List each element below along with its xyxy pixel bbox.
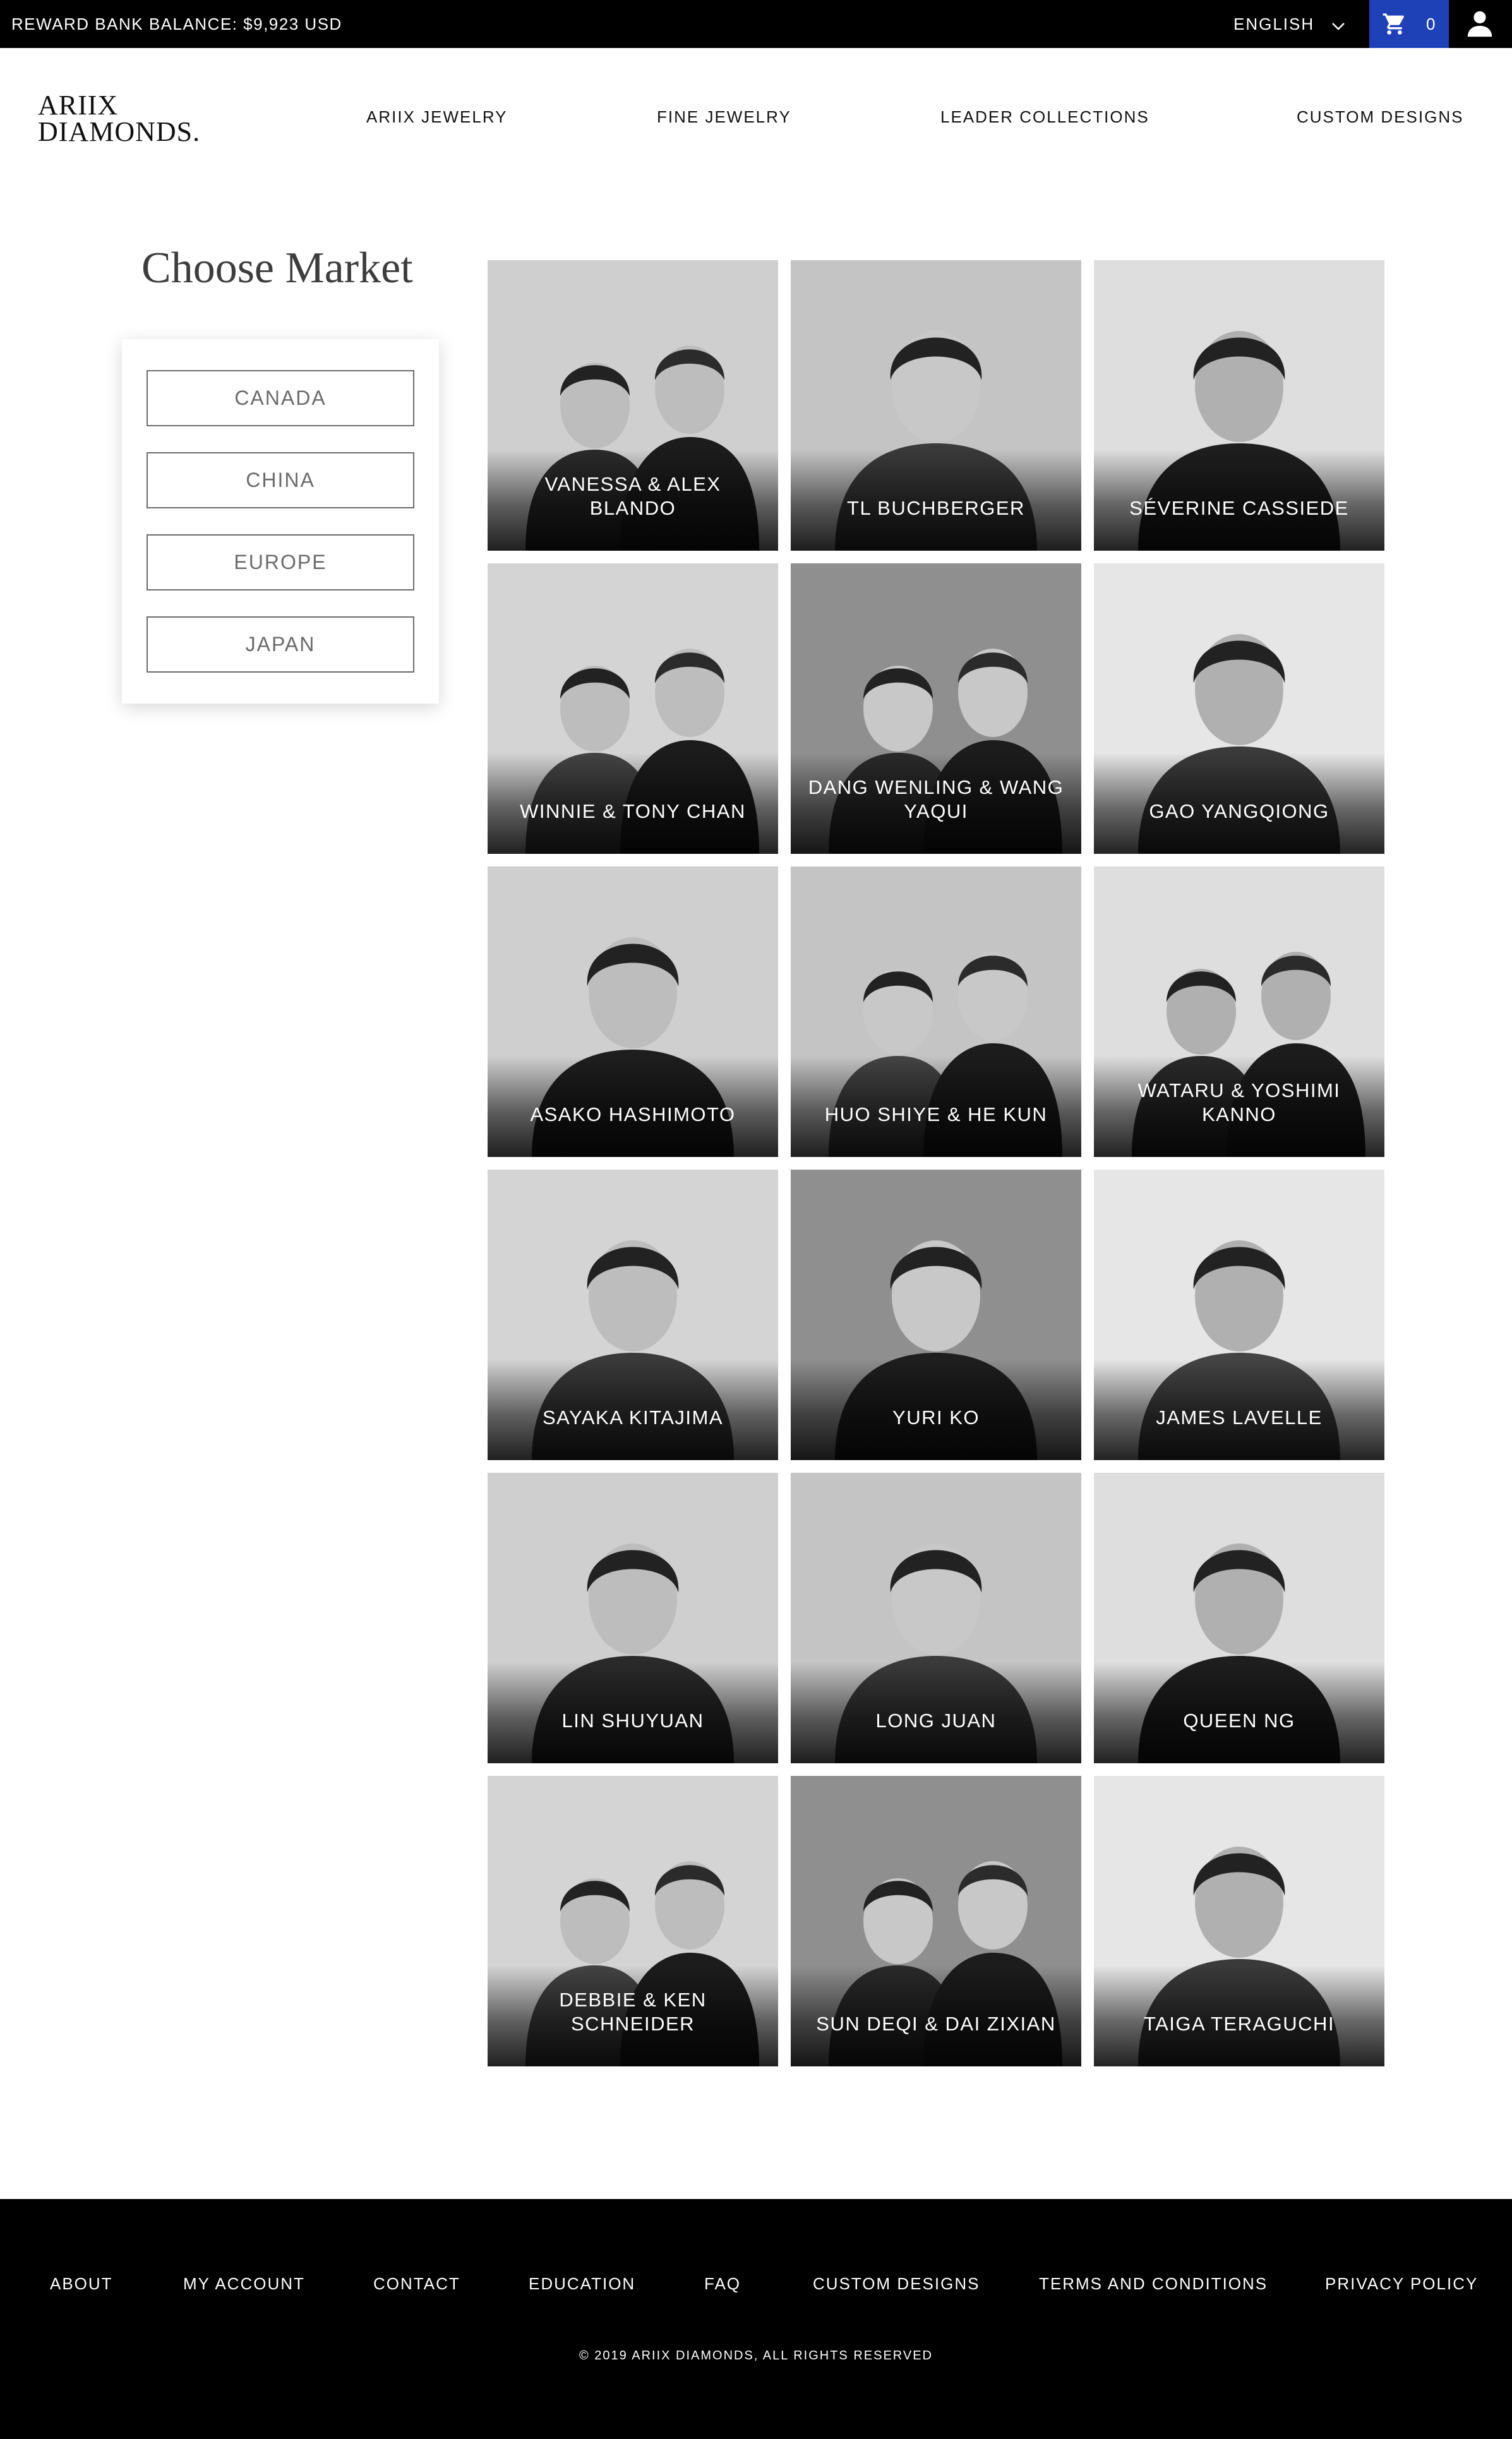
- page-title: Choose Market: [141, 244, 413, 292]
- leader-card-queen-ng[interactable]: QUEEN NG: [1094, 1473, 1384, 1763]
- market-canada-button[interactable]: CANADA: [147, 370, 414, 426]
- leader-card-yuri-ko[interactable]: YURI KO: [791, 1170, 1081, 1460]
- leader-card-gao-yangqiong[interactable]: GAO YANGQIONG: [1094, 563, 1384, 854]
- leader-name: DEBBIE & KEN SCHNEIDER: [559, 1989, 707, 2035]
- footer-link-terms[interactable]: TERMS AND CONDITIONS: [1039, 2274, 1268, 2294]
- footer-link-custom-designs[interactable]: CUSTOM DESIGNS: [813, 2274, 980, 2294]
- leader-name: LIN SHUYUAN: [561, 1710, 704, 1732]
- leader-card-long-juan[interactable]: LONG JUAN: [791, 1473, 1081, 1763]
- market-selector: CANADA CHINA EUROPE JAPAN: [122, 339, 439, 704]
- copyright: © 2019 ARIIX DIAMONDS, ALL RIGHTS RESERV…: [579, 2349, 933, 2363]
- leader-card-vanessa-alex-blando[interactable]: VANESSA & ALEX BLANDO: [488, 260, 778, 551]
- brand-logo[interactable]: ARIIX DIAMONDS.: [38, 92, 202, 148]
- footer-link-privacy[interactable]: PRIVACY POLICY: [1325, 2274, 1478, 2294]
- top-bar: REWARD BANK BALANCE: $9,923 USD ENGLISH …: [0, 0, 1512, 48]
- footer-link-about[interactable]: ABOUT: [50, 2274, 113, 2294]
- leader-name: SAYAKA KITAJIMA: [542, 1406, 724, 1429]
- logo-line-2: DIAMONDS.: [38, 116, 201, 147]
- nav-leader-collections[interactable]: LEADER COLLECTIONS: [940, 107, 1149, 127]
- market-europe-button[interactable]: EUROPE: [147, 534, 414, 590]
- footer-link-education[interactable]: EDUCATION: [529, 2274, 635, 2294]
- leader-card-wataru-yoshimi-kanno[interactable]: WATARU & YOSHIMI KANNO: [1094, 866, 1384, 1157]
- language-selector[interactable]: ENGLISH: [1233, 0, 1345, 48]
- footer-link-faq[interactable]: FAQ: [704, 2274, 741, 2294]
- nav-ariix-jewelry[interactable]: ARIIX JEWELRY: [366, 107, 507, 127]
- leader-card-sayaka-kitajima[interactable]: SAYAKA KITAJIMA: [488, 1170, 778, 1460]
- nav-fine-jewelry[interactable]: FINE JEWELRY: [657, 107, 791, 127]
- logo-line-1: ARIIX: [38, 90, 119, 121]
- account-button[interactable]: [1449, 0, 1512, 48]
- footer-link-contact[interactable]: CONTACT: [373, 2274, 460, 2294]
- leader-name: ASAKO HASHIMOTO: [530, 1103, 736, 1125]
- leader-card-huo-shiye-he-kun[interactable]: HUO SHIYE & HE KUN: [791, 866, 1081, 1157]
- leader-name: QUEEN NG: [1183, 1710, 1295, 1732]
- leader-name: GAO YANGQIONG: [1149, 800, 1329, 822]
- leader-name: LONG JUAN: [875, 1710, 997, 1732]
- leader-name: DANG WENLING & WANG YAQUI: [808, 776, 1064, 822]
- leader-name: TAIGA TERAGUCHI: [1143, 2013, 1335, 2035]
- leader-card-taiga-teraguchi[interactable]: TAIGA TERAGUCHI: [1094, 1776, 1384, 2066]
- cart-count: 0: [1426, 15, 1436, 33]
- leader-card-james-lavelle[interactable]: JAMES LAVELLE: [1094, 1170, 1384, 1460]
- cart-button[interactable]: 0: [1369, 0, 1449, 48]
- cart-icon: [1382, 11, 1407, 37]
- leader-name: SÉVERINE CASSIEDE: [1129, 497, 1349, 519]
- leader-card-dang-wenling-wang-yaqui[interactable]: DANG WENLING & WANG YAQUI: [791, 563, 1081, 854]
- leader-name: WATARU & YOSHIMI KANNO: [1137, 1079, 1341, 1125]
- leader-name: TL BUCHBERGER: [847, 497, 1025, 519]
- leader-name: JAMES LAVELLE: [1156, 1406, 1323, 1429]
- leader-card-debbie-ken-schneider[interactable]: DEBBIE & KEN SCHNEIDER: [488, 1776, 778, 2066]
- nav-custom-designs[interactable]: CUSTOM DESIGNS: [1297, 107, 1463, 127]
- footer: ABOUT MY ACCOUNT CONTACT EDUCATION FAQ C…: [0, 2199, 1512, 2439]
- language-label: ENGLISH: [1233, 15, 1315, 33]
- leader-card-asako-hashimoto[interactable]: ASAKO HASHIMOTO: [488, 866, 778, 1157]
- leader-card-severine-cassiede[interactable]: SÉVERINE CASSIEDE: [1094, 260, 1384, 551]
- leader-name: SUN DEQI & DAI ZIXIAN: [816, 2013, 1056, 2035]
- leader-name: WINNIE & TONY CHAN: [520, 800, 746, 822]
- market-japan-button[interactable]: JAPAN: [147, 616, 414, 673]
- user-icon: [1467, 11, 1492, 37]
- leader-name: HUO SHIYE & HE KUN: [824, 1103, 1048, 1125]
- reward-balance: REWARD BANK BALANCE: $9,923 USD: [11, 15, 342, 33]
- leader-card-winnie-tony-chan[interactable]: WINNIE & TONY CHAN: [488, 563, 778, 854]
- market-china-button[interactable]: CHINA: [147, 452, 414, 508]
- chevron-down-icon: [1331, 1, 1345, 49]
- leader-card-tl-buchberger[interactable]: TL BUCHBERGER: [791, 260, 1081, 551]
- leader-name: VANESSA & ALEX BLANDO: [544, 473, 721, 519]
- footer-link-my-account[interactable]: MY ACCOUNT: [183, 2274, 305, 2294]
- leader-name: YURI KO: [892, 1406, 980, 1429]
- leader-card-sun-deqi-dai-zixian[interactable]: SUN DEQI & DAI ZIXIAN: [791, 1776, 1081, 2066]
- leader-card-lin-shuyuan[interactable]: LIN SHUYUAN: [488, 1473, 778, 1763]
